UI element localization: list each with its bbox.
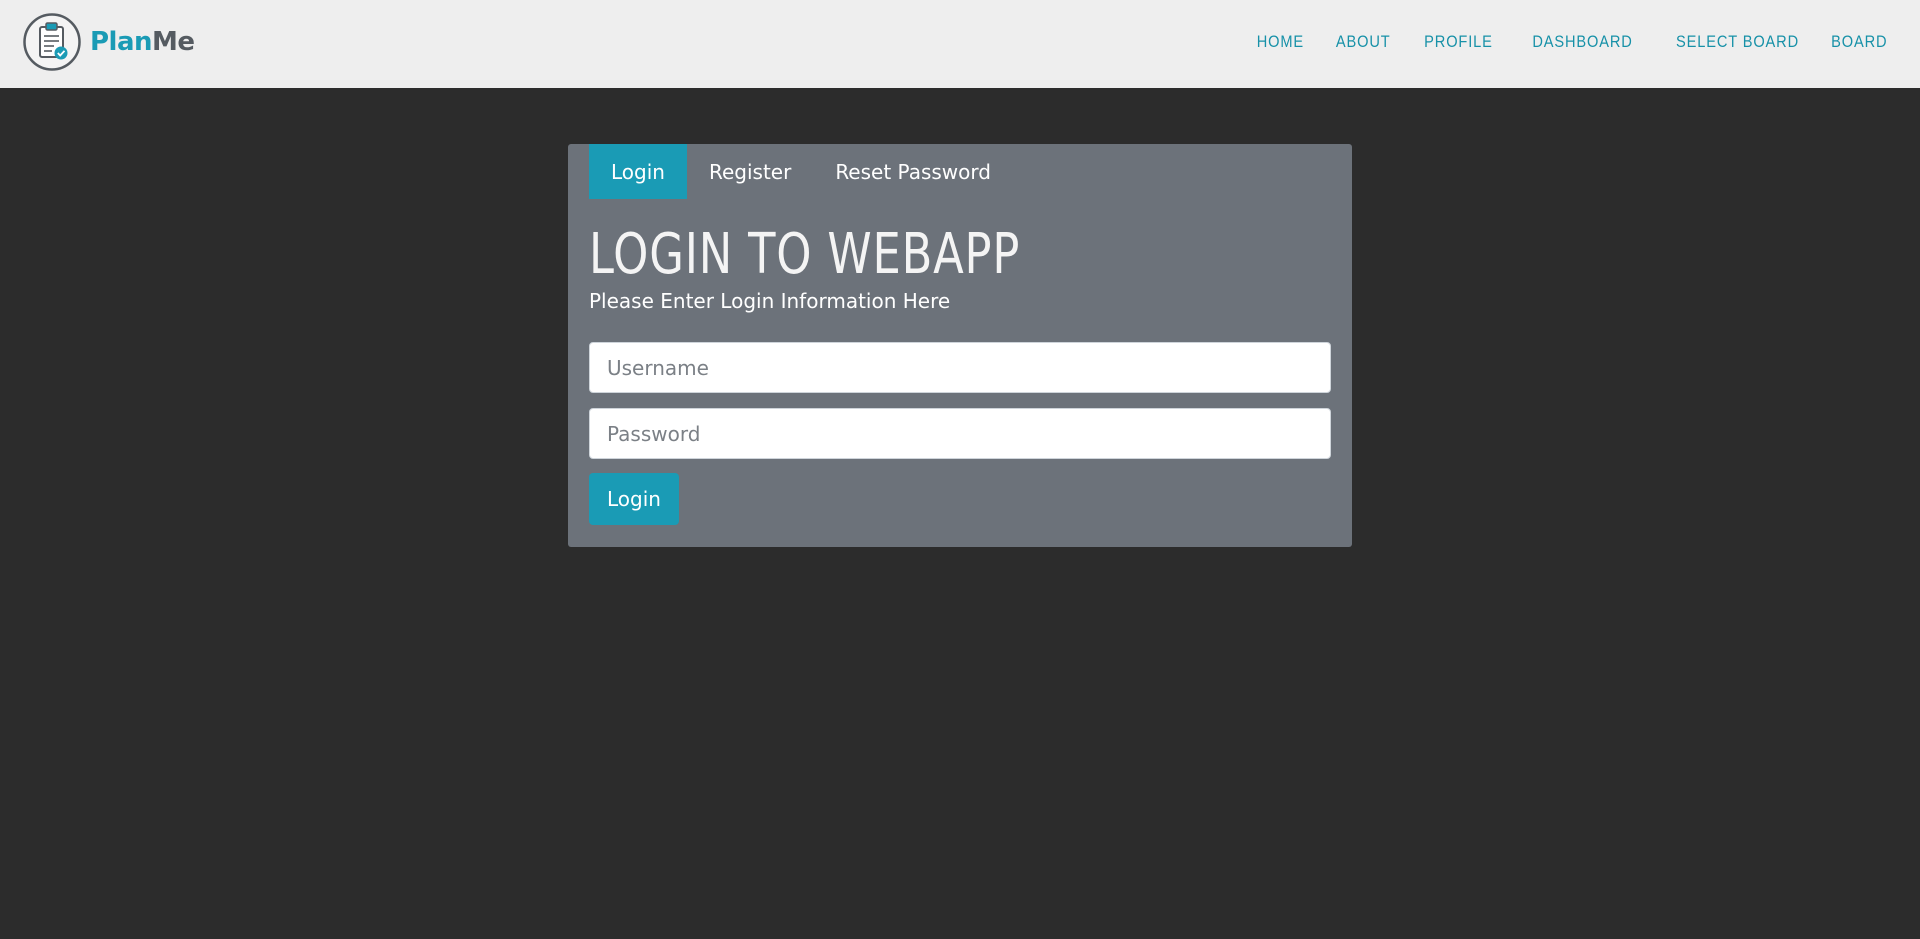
auth-tabs: Login Register Reset Password: [589, 144, 1013, 199]
tab-reset-password[interactable]: Reset Password: [813, 144, 1013, 199]
nav-link-home[interactable]: HOME: [1256, 32, 1303, 52]
brand-name: PlanMe: [90, 27, 195, 57]
brand-name-plan: Plan: [90, 27, 153, 57]
login-card: Login Register Reset Password LOGIN TO W…: [568, 144, 1352, 547]
nav-link-dashboard[interactable]: DASHBOARD: [1532, 32, 1632, 52]
nav-link-select-board[interactable]: SELECT BOARD: [1676, 32, 1799, 52]
brand-name-me: Me: [152, 27, 195, 57]
clipboard-check-icon: [23, 13, 81, 71]
password-input[interactable]: [589, 408, 1331, 459]
brand-link[interactable]: PlanMe: [23, 12, 195, 72]
login-button[interactable]: Login: [589, 473, 679, 525]
tab-login[interactable]: Login: [589, 144, 687, 199]
nav-link-board[interactable]: BOARD: [1831, 32, 1887, 52]
top-navbar: PlanMe HOME ABOUT PROFILE DASHBOARD SELE…: [0, 0, 1920, 88]
page-title: LOGIN TO WEBAPP: [589, 222, 1021, 287]
nav-link-profile[interactable]: PROFILE: [1424, 32, 1493, 52]
tab-register[interactable]: Register: [687, 144, 813, 199]
page-subtitle: Please Enter Login Information Here: [589, 289, 951, 313]
main-nav: HOME ABOUT PROFILE DASHBOARD SELECT BOAR…: [1226, 0, 1887, 84]
username-input[interactable]: [589, 342, 1331, 393]
nav-link-about[interactable]: ABOUT: [1335, 32, 1390, 52]
